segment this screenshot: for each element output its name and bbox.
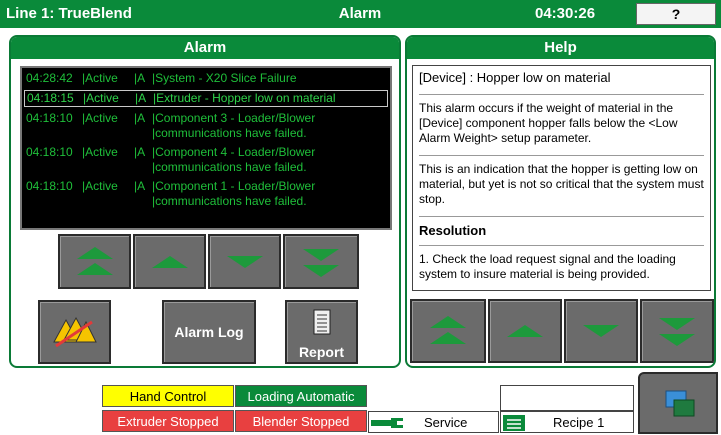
- help-paragraph: This alarm occurs if the weight of mater…: [419, 94, 704, 146]
- service-button[interactable]: Service: [368, 411, 499, 433]
- alarm-time: 04:18:10: [26, 111, 73, 125]
- alarm-class: |A: [134, 145, 146, 159]
- alarm-panel-header: Alarm: [11, 37, 399, 59]
- screen-title: Alarm: [338, 5, 382, 22]
- help-paragraph: This is an indication that the hopper is…: [419, 155, 704, 207]
- alarm-list[interactable]: 04:28:42 |Active |A |System - X20 Slice …: [20, 66, 392, 230]
- screen-navigation-icon: [665, 390, 695, 417]
- help-resolution-heading: Resolution: [419, 216, 704, 238]
- alarm-message: |Component 3 - Loader/Blower |communicat…: [152, 111, 316, 140]
- page-up-icon: [151, 255, 188, 268]
- alarm-page-top-button[interactable]: [58, 234, 131, 289]
- acknowledge-alarms-button[interactable]: [38, 300, 111, 364]
- recipe-button[interactable]: Recipe 1: [500, 411, 634, 433]
- loading-automatic-status: Loading Automatic: [235, 385, 367, 407]
- line-name: Line 1: TrueBlend: [6, 5, 132, 22]
- alarm-log-button[interactable]: Alarm Log: [162, 300, 256, 364]
- help-text-box[interactable]: [Device] : Hopper low on material This a…: [412, 65, 711, 291]
- alarm-state: |Active: [83, 91, 119, 105]
- alarm-page-up-button[interactable]: [133, 234, 206, 289]
- alarm-time: 04:18:15: [27, 91, 74, 105]
- help-page-up-button[interactable]: [488, 299, 562, 363]
- extruder-stopped-status: Extruder Stopped: [102, 410, 234, 432]
- help-panel: Help [Device] : Hopper low on material T…: [405, 35, 716, 368]
- clock: 04:30:26: [535, 5, 596, 22]
- page-bottom-icon: [303, 248, 339, 277]
- alarm-page-down-button[interactable]: [208, 234, 281, 289]
- recipe-folder-icon: [503, 415, 525, 431]
- alarm-class: |A: [134, 179, 146, 193]
- page-top-icon: [430, 316, 466, 344]
- alarm-row[interactable]: 04:18:10 |Active |A |Component 4 - Loade…: [24, 145, 388, 175]
- service-wrench-icon: [371, 418, 405, 428]
- alarm-panel: Alarm 04:28:42 |Active |A |System - X20 …: [9, 35, 401, 368]
- alarm-message: |Extruder - Hopper low on material: [153, 91, 336, 105]
- blender-stopped-status: Blender Stopped: [235, 410, 367, 432]
- alarm-row[interactable]: 04:18:10 |Active |A |Component 1 - Loade…: [24, 179, 388, 209]
- alarm-state: |Active: [82, 179, 118, 193]
- report-document-icon: [313, 309, 330, 335]
- page-bottom-icon: [659, 318, 695, 346]
- alarm-class: |A: [135, 91, 147, 105]
- hand-control-status: Hand Control: [102, 385, 234, 407]
- report-button[interactable]: Report: [285, 300, 358, 364]
- page-up-icon: [507, 325, 543, 337]
- alarm-state: |Active: [82, 145, 118, 159]
- title-bar: Line 1: TrueBlend Alarm 04:30:26 ?: [0, 0, 721, 28]
- page-down-icon: [226, 255, 263, 268]
- alarm-state: |Active: [82, 111, 118, 125]
- alarm-message: |System - X20 Slice Failure: [152, 71, 297, 85]
- report-label: Report: [298, 344, 345, 360]
- service-label: Service: [424, 415, 468, 430]
- alarm-class: |A: [134, 71, 146, 85]
- alarm-message: |Component 1 - Loader/Blower |communicat…: [152, 179, 316, 208]
- alarm-row-selected[interactable]: 04:18:15 |Active |A |Extruder - Hopper l…: [24, 90, 388, 107]
- help-button[interactable]: ?: [636, 3, 716, 25]
- alarm-class: |A: [134, 111, 146, 125]
- help-page-bottom-button[interactable]: [640, 299, 714, 363]
- alarm-message: |Component 4 - Loader/Blower |communicat…: [152, 145, 316, 174]
- help-page-top-button[interactable]: [410, 299, 486, 363]
- acknowledge-alarms-icon: [52, 316, 97, 348]
- alarm-log-label: Alarm Log: [174, 324, 244, 340]
- page-down-icon: [583, 325, 619, 337]
- alarm-row[interactable]: 04:18:10 |Active |A |Component 3 - Loade…: [24, 111, 388, 141]
- screen-navigation-button[interactable]: [638, 372, 718, 434]
- status-empty-box: [500, 385, 634, 411]
- help-panel-header: Help: [407, 37, 714, 59]
- page-top-icon: [76, 246, 113, 275]
- alarm-time: 04:28:42: [26, 71, 73, 85]
- help-step: 1. Check the load request signal and the…: [419, 245, 704, 282]
- help-page-down-button[interactable]: [564, 299, 638, 363]
- recipe-label: Recipe 1: [553, 415, 605, 430]
- alarm-row[interactable]: 04:28:42 |Active |A |System - X20 Slice …: [24, 71, 388, 86]
- alarm-time: 04:18:10: [26, 145, 73, 159]
- alarm-page-bottom-button[interactable]: [283, 234, 359, 289]
- alarm-time: 04:18:10: [26, 179, 73, 193]
- help-title: [Device] : Hopper low on material: [419, 70, 611, 85]
- alarm-state: |Active: [82, 71, 118, 85]
